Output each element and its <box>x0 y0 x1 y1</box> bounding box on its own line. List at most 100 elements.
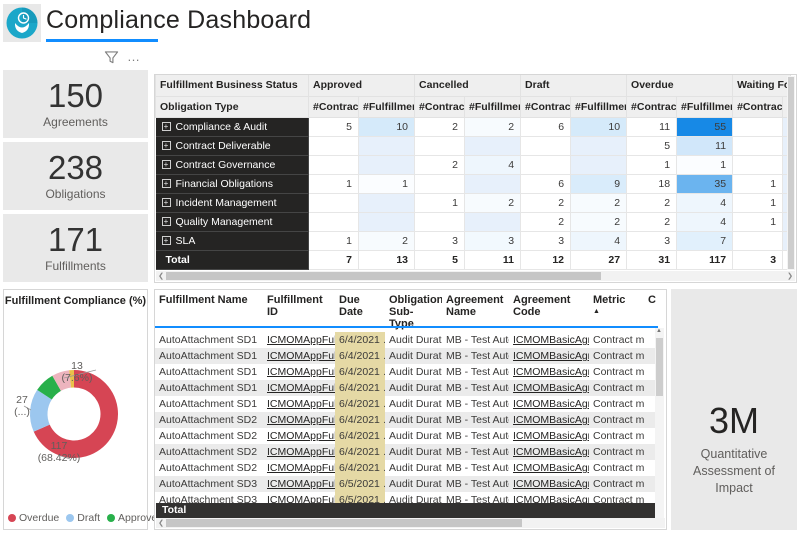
table-horizontal-scrollbar[interactable]: ❮ <box>156 518 665 528</box>
table-cell-link[interactable]: ICMOMAppFulfi… <box>263 332 335 348</box>
expand-icon[interactable]: + <box>162 160 171 169</box>
table-cell-link[interactable]: ICMOMBasicAgr… <box>509 476 589 492</box>
more-options-icon[interactable]: … <box>127 53 141 61</box>
matrix-cell[interactable] <box>733 136 783 155</box>
matrix-cell[interactable]: 2 <box>627 193 677 212</box>
table-cell-link[interactable]: ICMOMBasicAgr… <box>509 348 589 364</box>
scroll-left-icon[interactable]: ❮ <box>156 519 166 527</box>
table-cell-link[interactable]: ICMOMAppFulfi… <box>263 412 335 428</box>
matrix-subheader[interactable]: #Contracts <box>733 96 783 117</box>
matrix-cell[interactable]: 2 <box>415 117 465 136</box>
matrix-cell[interactable]: 10 <box>359 117 415 136</box>
matrix-cell[interactable]: 1 <box>677 155 733 174</box>
table-cell-link[interactable]: ICMOMBasicAgr… <box>509 396 589 412</box>
matrix-cell[interactable]: 35 <box>677 174 733 193</box>
matrix-group-header[interactable]: Overdue <box>627 75 733 96</box>
filter-icon[interactable] <box>104 50 119 65</box>
matrix-row-label[interactable]: +Contract Governance <box>156 155 309 174</box>
matrix-vertical-scrollbar[interactable] <box>787 76 795 270</box>
matrix-cell[interactable]: 2 <box>465 193 521 212</box>
matrix-cell[interactable] <box>521 155 571 174</box>
matrix-cell[interactable]: 13 <box>359 250 415 269</box>
matrix-subheader[interactable]: #Fulfillments <box>359 96 415 117</box>
table-row[interactable]: AutoAttachment SD2ICMOMAppFulfi…6/4/2021… <box>155 460 658 476</box>
matrix-cell[interactable]: 3 <box>627 231 677 250</box>
table-row[interactable]: AutoAttachment SD3ICMOMAppFulfi…6/5/2021… <box>155 476 658 492</box>
legend-item-overdue[interactable]: Overdue <box>8 512 59 524</box>
matrix-cell[interactable] <box>359 193 415 212</box>
matrix-cell[interactable]: 1 <box>733 174 783 193</box>
matrix-cell[interactable] <box>733 117 783 136</box>
matrix-cell[interactable] <box>359 136 415 155</box>
matrix-cell[interactable] <box>571 155 627 174</box>
matrix-row-label[interactable]: +Incident Management <box>156 193 309 212</box>
scroll-right-icon[interactable]: ❯ <box>785 272 795 280</box>
table-row[interactable]: AutoAttachment SD2ICMOMAppFulfi…6/4/2021… <box>155 428 658 444</box>
matrix-cell[interactable]: 4 <box>571 231 627 250</box>
matrix-subheader[interactable]: #Contracts <box>309 96 359 117</box>
matrix-cell[interactable]: 1 <box>415 193 465 212</box>
matrix-cell[interactable] <box>359 212 415 231</box>
matrix-cell[interactable]: 4 <box>677 193 733 212</box>
table-cell-link[interactable]: ICMOMBasicAgr… <box>509 380 589 396</box>
matrix-cell[interactable] <box>521 136 571 155</box>
table-cell-link[interactable]: ICMOMBasicAgr… <box>509 460 589 476</box>
matrix-cell[interactable]: 11 <box>627 117 677 136</box>
matrix-cell[interactable]: 9 <box>571 174 627 193</box>
matrix-cell[interactable]: 3 <box>521 231 571 250</box>
matrix-cell[interactable]: 2 <box>521 212 571 231</box>
matrix-cell[interactable]: 6 <box>521 117 571 136</box>
matrix-cell[interactable] <box>309 212 359 231</box>
matrix-cell[interactable]: 2 <box>359 231 415 250</box>
matrix-cell[interactable]: 2 <box>627 212 677 231</box>
table-cell-link[interactable]: ICMOMAppFulfi… <box>263 364 335 380</box>
matrix-total-label[interactable]: Total <box>156 250 309 269</box>
table-cell-link[interactable]: ICMOMAppFulfi… <box>263 380 335 396</box>
expand-icon[interactable]: + <box>162 236 171 245</box>
matrix-cell[interactable]: 31 <box>627 250 677 269</box>
table-cell-link[interactable]: ICMOMAppFulfi… <box>263 444 335 460</box>
legend-item-draft[interactable]: Draft <box>66 512 100 524</box>
matrix-cell[interactable]: 1 <box>733 193 783 212</box>
expand-icon[interactable]: + <box>162 217 171 226</box>
matrix-cell[interactable]: 2 <box>521 193 571 212</box>
matrix-cell[interactable]: 2 <box>415 155 465 174</box>
matrix-subheader[interactable]: #Fulfillments <box>465 96 521 117</box>
matrix-subheader[interactable]: #Fulfillments <box>677 96 733 117</box>
matrix-cell[interactable]: 11 <box>465 250 521 269</box>
table-cell-link[interactable]: ICMOMAppFulfi… <box>263 348 335 364</box>
matrix-horizontal-scrollbar[interactable]: ❮ ❯ <box>156 271 795 281</box>
expand-icon[interactable]: + <box>162 122 171 131</box>
matrix-subheader[interactable]: #Fulfillments <box>571 96 627 117</box>
matrix-row-label[interactable]: +Financial Obligations <box>156 174 309 193</box>
matrix-cell[interactable]: 2 <box>571 193 627 212</box>
scroll-left-icon[interactable]: ❮ <box>156 272 166 280</box>
table-cell-link[interactable]: ICMOMBasicAgr… <box>509 364 589 380</box>
expand-icon[interactable]: + <box>162 179 171 188</box>
matrix-cell[interactable] <box>465 174 521 193</box>
table-cell-link[interactable]: ICMOMAppFulfi… <box>263 476 335 492</box>
matrix-cell[interactable]: 3 <box>733 250 783 269</box>
matrix-group-header[interactable]: Cancelled <box>415 75 521 96</box>
matrix-group-header[interactable]: Draft <box>521 75 627 96</box>
matrix-cell[interactable]: 1 <box>359 174 415 193</box>
table-cell-link[interactable]: ICMOMBasicAgr… <box>509 428 589 444</box>
table-row[interactable]: AutoAttachment SD2ICMOMAppFulfi…6/4/2021… <box>155 444 658 460</box>
matrix-row-label[interactable]: +Quality Management <box>156 212 309 231</box>
matrix-cell[interactable]: 3 <box>465 231 521 250</box>
matrix-cell[interactable] <box>465 212 521 231</box>
matrix-cell[interactable] <box>359 155 415 174</box>
matrix-cell[interactable] <box>733 231 783 250</box>
matrix-group-header[interactable]: Waiting For Ap <box>733 75 791 96</box>
table-cell-link[interactable]: ICMOMAppFulfi… <box>263 460 335 476</box>
matrix-cell[interactable] <box>415 212 465 231</box>
matrix-cell[interactable]: 5 <box>415 250 465 269</box>
table-vertical-scrollbar[interactable]: ▲ <box>655 328 664 519</box>
matrix-cell[interactable]: 27 <box>571 250 627 269</box>
matrix-cell[interactable]: 1 <box>309 174 359 193</box>
scroll-up-icon[interactable]: ▲ <box>655 328 663 334</box>
matrix-cell[interactable]: 3 <box>415 231 465 250</box>
matrix-cell[interactable]: 18 <box>627 174 677 193</box>
matrix-cell[interactable]: 4 <box>465 155 521 174</box>
matrix-row-label[interactable]: +Contract Deliverable <box>156 136 309 155</box>
